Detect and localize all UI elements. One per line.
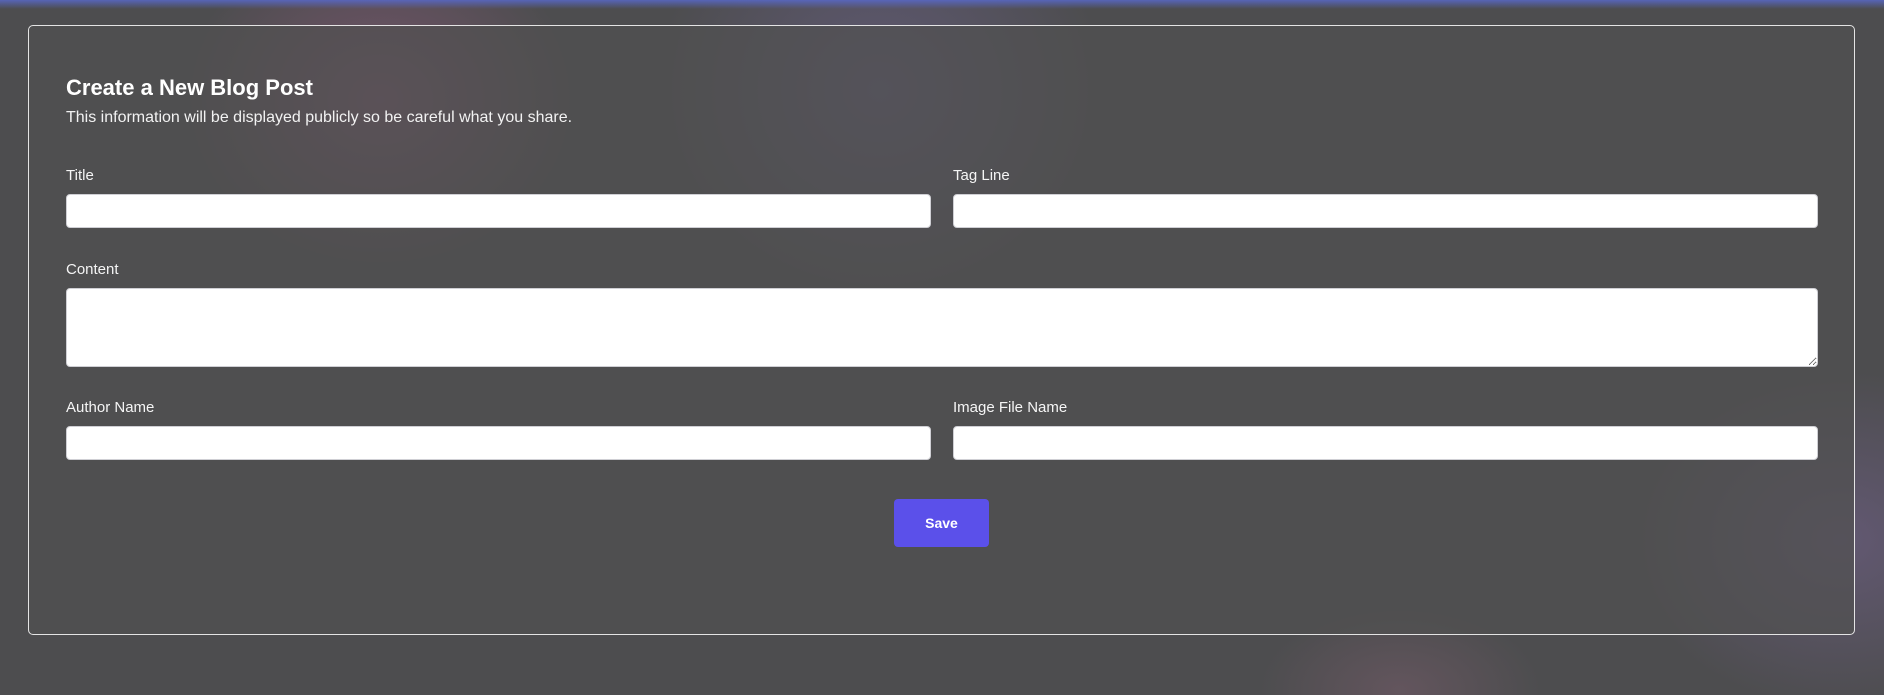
blog-post-form-panel: Create a New Blog Post This information … [28, 25, 1855, 635]
save-button[interactable]: Save [894, 499, 989, 547]
image-file-name-label: Image File Name [953, 399, 1068, 416]
content-textarea[interactable] [66, 288, 1818, 367]
tagline-input[interactable] [953, 194, 1818, 228]
author-name-input[interactable] [66, 426, 931, 460]
title-label: Title [66, 167, 94, 184]
author-name-label: Author Name [66, 399, 155, 416]
image-file-name-input[interactable] [953, 426, 1818, 460]
title-input[interactable] [66, 194, 931, 228]
content-label: Content [66, 261, 119, 278]
tagline-label: Tag Line [953, 167, 1010, 184]
form-subtitle: This information will be displayed publi… [66, 109, 573, 126]
form-title: Create a New Blog Post [66, 75, 313, 100]
